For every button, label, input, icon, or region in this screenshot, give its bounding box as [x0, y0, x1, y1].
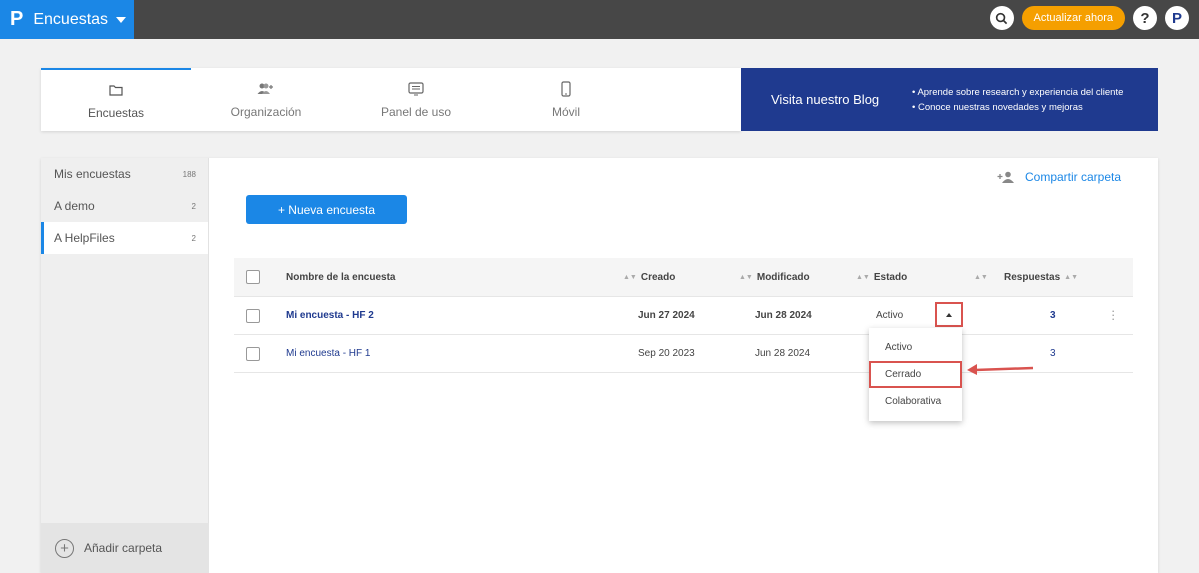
sidebar-item-a-helpfiles[interactable]: A HelpFiles 2: [41, 222, 208, 254]
col-state-sort[interactable]: ▲▼: [974, 258, 992, 296]
col-name[interactable]: Nombre de la encuesta: [286, 258, 395, 296]
responses-count[interactable]: 3: [1050, 335, 1056, 372]
col-state[interactable]: ▲▼ Estado: [856, 258, 907, 296]
select-all-checkbox[interactable]: [246, 270, 260, 284]
sidebar-item-label: Mis encuestas: [54, 167, 131, 181]
survey-name-link[interactable]: Mi encuesta - HF 1: [286, 335, 370, 372]
sort-icon: ▲▼: [856, 273, 870, 281]
state-dropdown-menu: Activo Cerrado Colaborativa: [869, 328, 962, 421]
sidebar-item-count: 2: [191, 201, 196, 211]
nav-tabs: Encuestas Organización Panel de uso Móvi…: [41, 68, 741, 131]
row-checkbox[interactable]: [246, 308, 260, 323]
sidebar-item-label: A HelpFiles: [54, 231, 115, 245]
blog-title: Visita nuestro Blog: [771, 92, 880, 107]
app-switcher[interactable]: P Encuestas: [0, 0, 134, 39]
dropdown-option-colaborativa[interactable]: Colaborativa: [869, 388, 962, 415]
table-header: Nombre de la encuesta ▲▼ Creado ▲▼ Modific…: [234, 258, 1133, 297]
col-modified-label: Modificado: [756, 271, 810, 283]
sidebar-item-count: 188: [182, 169, 196, 179]
col-state-label: Estado: [873, 271, 908, 283]
account-avatar[interactable]: P: [1165, 6, 1189, 30]
sidebar-item-mis-encuestas[interactable]: Mis encuestas 188: [41, 158, 208, 190]
responses-count[interactable]: 3: [1050, 297, 1056, 334]
col-modified[interactable]: ▲▼ Modificado: [739, 258, 810, 296]
app-name: Encuestas: [33, 10, 109, 28]
top-actions: Actualizar ahora ? P: [989, 6, 1189, 30]
help-icon: ?: [1140, 9, 1150, 27]
plus-circle-icon: +: [55, 538, 74, 558]
caret-up-icon: [946, 312, 952, 317]
col-responses[interactable]: Respuestas ▲▼: [1004, 258, 1082, 296]
tab-label: Encuestas: [87, 105, 145, 120]
sort-icon: ▲▼: [739, 273, 753, 281]
annotation-arrow-icon: [967, 364, 1034, 375]
col-responses-label: Respuestas: [1004, 271, 1061, 283]
tab-label: Organización: [230, 104, 302, 119]
created-date: Jun 27 2024: [638, 310, 695, 321]
user-add-icon: [997, 171, 1014, 183]
modified-date: Jun 28 2024: [755, 348, 811, 359]
dropdown-option-activo[interactable]: Activo: [869, 334, 962, 361]
sort-icon: ▲▼: [974, 273, 988, 281]
add-folder-button[interactable]: + Añadir carpeta: [41, 523, 209, 573]
tab-panel-de-uso[interactable]: Panel de uso: [341, 68, 491, 131]
sidebar-item-a-demo[interactable]: A demo 2: [41, 190, 208, 222]
upgrade-button[interactable]: Actualizar ahora: [1021, 6, 1125, 30]
sidebar-item-count: 2: [191, 233, 196, 243]
users-add-icon: [257, 83, 273, 94]
mobile-icon: [561, 80, 571, 97]
add-folder-label: Añadir carpeta: [84, 541, 163, 555]
tab-label: Móvil: [551, 104, 580, 119]
col-created[interactable]: ▲▼ Creado: [623, 258, 675, 296]
surveys-panel: Mis encuestas 188 A demo 2 A HelpFiles 2…: [41, 158, 1158, 573]
state-dropdown-toggle[interactable]: [935, 302, 963, 327]
dropdown-option-cerrado[interactable]: Cerrado: [869, 361, 962, 388]
new-survey-button[interactable]: + Nueva encuesta: [246, 195, 407, 224]
created-date: Sep 20 2023: [638, 348, 695, 359]
sort-icon: ▲▼: [1064, 273, 1078, 281]
blog-banner[interactable]: Visita nuestro Blog • Aprende sobre rese…: [741, 68, 1158, 131]
search-icon: [995, 12, 1008, 24]
table-row[interactable]: Mi encuesta - HF 2 Jun 27 2024 Jun 28 20…: [234, 297, 1133, 335]
top-bar: P Encuestas Actualizar ahora ? P: [0, 0, 1199, 39]
share-folder-button[interactable]: Compartir carpeta: [997, 170, 1121, 184]
tab-encuestas[interactable]: Encuestas: [41, 68, 191, 131]
share-folder-label: Compartir carpeta: [1025, 170, 1122, 184]
chevron-down-icon: [116, 16, 127, 23]
monitor-icon: [408, 81, 424, 95]
tab-organizacion[interactable]: Organización: [191, 68, 341, 131]
blog-bullet: • Conoce nuestras novedades y mejoras: [912, 101, 1083, 113]
sidebar-item-label: A demo: [54, 199, 95, 213]
row-checkbox[interactable]: [246, 346, 260, 361]
folder-icon: [109, 84, 123, 96]
tab-movil[interactable]: Móvil: [491, 68, 641, 131]
modified-date: Jun 28 2024: [755, 310, 812, 321]
survey-name-link[interactable]: Mi encuesta - HF 2: [286, 297, 374, 334]
help-button[interactable]: ?: [1133, 6, 1157, 30]
search-button[interactable]: [989, 6, 1014, 30]
kebab-menu-icon[interactable]: · · ·: [1111, 304, 1115, 325]
col-created-label: Creado: [640, 271, 676, 283]
blog-bullet: • Aprende sobre research y experiencia d…: [912, 86, 1124, 98]
blog-bullets: • Aprende sobre research y experiencia d…: [906, 85, 1123, 115]
app-logo: P: [10, 8, 24, 30]
sort-icon: ▲▼: [623, 273, 637, 281]
tab-label: Panel de uso: [380, 104, 452, 119]
folder-sidebar: Mis encuestas 188 A demo 2 A HelpFiles 2…: [41, 158, 209, 573]
avatar-logo: P: [1171, 9, 1182, 27]
